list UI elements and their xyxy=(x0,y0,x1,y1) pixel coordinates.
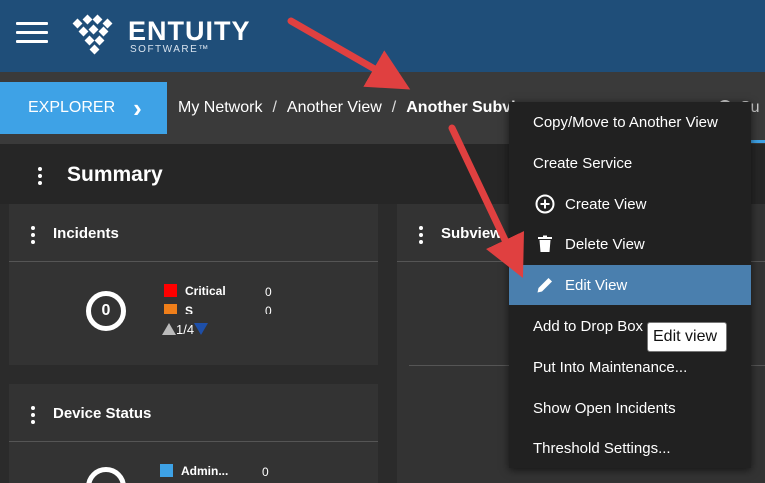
breadcrumb-item-another-view[interactable]: Another View xyxy=(287,99,382,116)
breadcrumb: My Network / Another View / Another Subvie xyxy=(178,99,524,117)
menu-item-label: Threshold Settings... xyxy=(533,439,671,457)
hamburger-menu-icon[interactable] xyxy=(16,22,48,46)
chevron-right-icon: › xyxy=(133,93,142,123)
menu-item-edit-view[interactable]: Edit View xyxy=(509,265,751,305)
explorer-button[interactable]: EXPLORER › xyxy=(0,82,167,134)
legend-label: Admin... xyxy=(181,464,229,478)
second-swatch xyxy=(164,304,177,314)
explorer-label: EXPLORER xyxy=(28,99,116,116)
incidents-count-ring[interactable]: 0 xyxy=(86,291,126,331)
legend-value-second: 0 xyxy=(265,304,272,314)
incidents-title: Incidents xyxy=(53,225,119,242)
legend-value-critical: 0 xyxy=(265,285,272,299)
legend-value-admin: 0 xyxy=(262,465,269,479)
breadcrumb-item-my-network[interactable]: My Network xyxy=(178,99,262,116)
menu-item-show-open-incidents[interactable]: Show Open Incidents xyxy=(509,388,751,428)
menu-item-delete-view[interactable]: Delete View xyxy=(509,224,751,264)
menu-item-create-service[interactable]: Create Service xyxy=(509,143,751,183)
menu-item-label: Create View xyxy=(565,195,647,213)
menu-item-copy-move[interactable]: Copy/Move to Another View xyxy=(509,102,751,142)
page-down-icon[interactable] xyxy=(194,323,209,335)
menu-item-label: Delete View xyxy=(565,235,645,253)
page-up-icon[interactable] xyxy=(162,323,176,335)
menu-item-label: Edit View xyxy=(565,276,628,294)
incidents-panel-header: Incidents xyxy=(9,204,378,262)
page-title: Summary xyxy=(67,163,163,186)
summary-kebab-icon[interactable] xyxy=(38,167,44,188)
menu-item-threshold-settings[interactable]: Threshold Settings... xyxy=(509,428,751,468)
incidents-pager: 1/4 xyxy=(162,322,209,337)
device-status-kebab-icon[interactable] xyxy=(31,406,37,427)
critical-swatch xyxy=(164,284,177,297)
menu-item-label: Add to Drop Box xyxy=(533,317,644,335)
incidents-legend: Critical 0 S 0 xyxy=(160,300,290,314)
menu-item-label: Create Service xyxy=(533,154,633,172)
menu-item-label: Put Into Maintenance... xyxy=(533,358,688,376)
brand-name: ENTUITY xyxy=(128,16,251,46)
brand-subtitle: SOFTWARE™ xyxy=(130,44,210,55)
legend-label: S xyxy=(185,304,194,314)
menu-item-put-into-maintenance[interactable]: Put Into Maintenance... xyxy=(509,347,751,387)
subview-kebab-icon[interactable] xyxy=(419,226,425,247)
subview-title: Subview xyxy=(441,225,502,242)
breadcrumb-separator: / xyxy=(272,99,277,116)
legend-item-admin[interactable]: Admin... xyxy=(160,464,228,478)
legend-label: Critical xyxy=(185,284,226,298)
app-header: ENTUITY SOFTWARE™ xyxy=(0,0,765,72)
menu-item-label: Copy/Move to Another View xyxy=(533,113,718,131)
breadcrumb-separator: / xyxy=(391,99,397,116)
edit-view-tooltip: Edit view xyxy=(647,322,727,352)
legend-item-second[interactable]: S xyxy=(164,304,193,314)
context-menu: Copy/Move to Another View Create Service… xyxy=(509,102,751,468)
trash-icon xyxy=(535,234,555,254)
breadcrumb-item-current[interactable]: Another Subvie xyxy=(406,99,524,116)
menu-item-create-view[interactable]: Create View xyxy=(509,184,751,224)
device-status-title: Device Status xyxy=(53,405,152,422)
pencil-icon xyxy=(535,275,555,295)
device-status-panel-header: Device Status xyxy=(9,384,378,442)
admin-swatch xyxy=(160,464,173,477)
entuity-logo-icon xyxy=(72,14,113,55)
plus-circle-icon xyxy=(535,194,555,214)
menu-item-label: Show Open Incidents xyxy=(533,399,676,417)
incidents-kebab-icon[interactable] xyxy=(31,226,37,247)
legend-item-critical-visible[interactable]: Critical xyxy=(164,284,226,298)
pager-text: 1/4 xyxy=(176,322,195,337)
